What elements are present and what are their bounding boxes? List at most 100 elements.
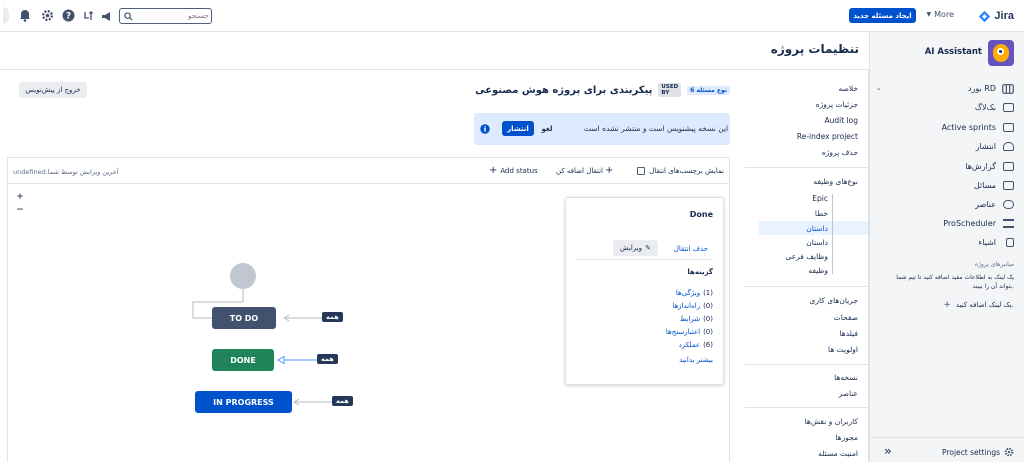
plus-icon: + <box>943 300 951 310</box>
all-transition-tag-inprogress[interactable]: همه <box>332 396 353 406</box>
project-settings-label: Project settings <box>942 447 1000 457</box>
project-name: AI Assistant <box>924 47 982 57</box>
search-box[interactable] <box>119 8 212 24</box>
start-node[interactable] <box>230 263 256 289</box>
settings-nav-issuetype-task[interactable]: وظیفه <box>808 266 828 275</box>
edit-label: ویرایش <box>620 244 643 252</box>
sprints-icon <box>1003 123 1014 132</box>
settings-nav-fields[interactable]: فیلدها <box>839 329 858 338</box>
all-transition-tag-todo[interactable]: همه <box>322 312 343 322</box>
settings-nav-users-roles[interactable]: کاربران و نقش‌ها <box>805 417 858 426</box>
publish-draft-button[interactable]: انتشار <box>502 121 534 136</box>
notifications-bell-icon[interactable] <box>19 9 31 22</box>
settings-nav-priorities[interactable]: اولویت ها <box>828 345 858 354</box>
issue-types-badge[interactable]: 6 نوع مسئله <box>687 85 730 95</box>
project-sidebar: AI Assistant ⌄ بورد RD بک‌لاگ Active spr… <box>869 32 1024 462</box>
status-todo-label: TO DO <box>229 313 259 323</box>
option-label: اعتبارسنج‌ها <box>665 328 701 336</box>
status-details-panel: Done حذف انتقال ✎ ویرایش گزینه‌ها (1) وی… <box>565 197 724 385</box>
status-todo[interactable]: TO DO <box>212 307 276 329</box>
option-validators[interactable]: (0) اعتبارسنج‌ها <box>666 328 713 336</box>
discard-draft-button[interactable]: لغو <box>536 121 558 136</box>
chevron-down-icon: ⌄ <box>876 84 882 92</box>
option-properties[interactable]: (1) ویژگی‌ها <box>676 289 713 297</box>
sidebar-item-label: انتشار <box>975 142 996 151</box>
workflow-title: پیکربندی برای پروژه هوش مصنوعی <box>475 84 653 96</box>
components-icon <box>1003 200 1014 209</box>
create-issue-button[interactable]: ایجاد مسئله جدید <box>849 8 916 23</box>
options-title: گزینه‌ها <box>687 268 713 276</box>
settings-nav-workflows[interactable]: جریان‌های کاری <box>810 296 859 305</box>
settings-nav-permissions[interactable]: مجوزها <box>835 433 858 442</box>
header-divider <box>0 69 869 70</box>
settings-nav-issuetype-bug[interactable]: خطا <box>815 209 828 218</box>
page-title: تنظیمات پروژه <box>770 42 859 56</box>
option-count: (6) <box>703 341 713 349</box>
settings-nav-audit-log[interactable]: Audit log <box>825 116 859 125</box>
jira-logo[interactable]: Jira <box>978 8 1014 24</box>
sidebar-item-label: ProScheduler <box>943 219 996 228</box>
option-count: (0) <box>703 302 713 310</box>
settings-nav-reindex[interactable]: Re-index project <box>797 132 858 141</box>
help-icon[interactable]: ? <box>62 9 75 22</box>
edit-button[interactable]: ✎ ویرایش <box>613 240 658 256</box>
option-label: ویژگی‌ها <box>675 289 701 297</box>
pencil-icon: ✎ <box>645 244 651 252</box>
settings-nav-issue-security[interactable]: امنیت مسئله <box>818 449 858 458</box>
collapse-sidebar-button[interactable]: » <box>884 444 892 458</box>
status-in-progress[interactable]: IN PROGRESS <box>195 391 292 413</box>
translate-icon[interactable] <box>83 10 95 22</box>
sidebar-item-label: بک‌لاگ <box>974 103 996 112</box>
settings-nav-summary[interactable]: خلاصه <box>838 84 858 93</box>
megaphone-icon[interactable] <box>101 10 113 22</box>
settings-gear-icon[interactable] <box>41 9 54 22</box>
edit-divider <box>576 259 713 260</box>
option-conditions[interactable]: (0) شرایط <box>680 315 713 323</box>
workflow-header: 6 نوع مسئله USED BY پیکربندی برای پروژه … <box>475 83 730 97</box>
option-triggers[interactable]: (0) راه‌اندازها <box>672 302 713 310</box>
nav-divider <box>745 286 868 287</box>
user-avatar[interactable] <box>3 7 9 24</box>
delete-transition-link[interactable]: حذف انتقال <box>674 245 708 253</box>
workflow-diagram-container: نمایش برچسب‌های انتقال + انتقال اضافه کن… <box>7 157 730 462</box>
project-avatar[interactable] <box>988 40 1014 66</box>
settings-nav-issuetype-subtask[interactable]: وظایف فرعی <box>785 252 828 261</box>
status-details-title: Done <box>689 210 713 219</box>
jira-brand-text: Jira <box>994 10 1014 22</box>
all-transition-tag-done[interactable]: همه <box>317 354 338 364</box>
exit-draft-button[interactable]: خروج از پیش‌نویس <box>19 82 87 98</box>
done-arrow-icon <box>277 355 285 365</box>
issues-icon <box>1003 181 1014 190</box>
more-menu[interactable]: More ▼ <box>927 10 954 19</box>
sidebar-item-label: عناصر <box>975 200 996 209</box>
shortcuts-title: میانبرهای پروژه <box>974 261 1014 268</box>
settings-nav-issue-types[interactable]: نوع‌های وظیفه <box>813 177 858 186</box>
shortcuts-description-line1: یک لینک به اطلاعات مفید اضافه کنید تا تی… <box>896 274 1014 281</box>
settings-nav-components[interactable]: عناصر <box>838 389 858 398</box>
settings-nav-project-details[interactable]: جزئیات پروژه <box>816 100 858 109</box>
settings-nav-issuetype-story[interactable]: داستان <box>806 238 828 247</box>
add-shortcut-link[interactable]: یک لینک اضافه کنید. + <box>943 300 1014 310</box>
nav-divider <box>745 407 868 408</box>
nav-divider <box>745 167 868 168</box>
option-post-functions[interactable]: (6) عملکرد <box>679 341 713 349</box>
settings-nav-versions[interactable]: نسخه‌ها <box>834 373 858 382</box>
search-input[interactable] <box>135 10 209 22</box>
release-icon <box>1003 142 1014 151</box>
status-done[interactable]: DONE <box>212 349 274 371</box>
used-by-label: USED BY <box>658 83 682 97</box>
search-icon <box>124 12 133 21</box>
option-label: شرایط <box>679 315 701 323</box>
project-settings-link[interactable]: Project settings <box>942 447 1014 457</box>
top-navigation-bar: Jira More ▼ ایجاد مسئله جدید ? <box>0 0 1024 32</box>
settings-nav-screens[interactable]: صفحات <box>834 313 858 322</box>
settings-nav-issuetype-epic[interactable]: Epic <box>812 194 828 203</box>
settings-nav-delete-project[interactable]: حذف پروژه <box>822 148 858 157</box>
board-selector[interactable]: ⌄ بورد RD <box>874 83 1014 95</box>
svg-text:?: ? <box>66 12 71 22</box>
learn-more-link[interactable]: بیشتر بدانید <box>679 356 713 364</box>
option-count: (0) <box>703 328 713 336</box>
sidebar-item-label: Active sprints <box>941 123 996 132</box>
settings-nav-issuetype-story-selected[interactable]: داستان <box>806 224 828 233</box>
shortcuts-description-line2: بتواند آن را ببیند. <box>972 283 1014 290</box>
